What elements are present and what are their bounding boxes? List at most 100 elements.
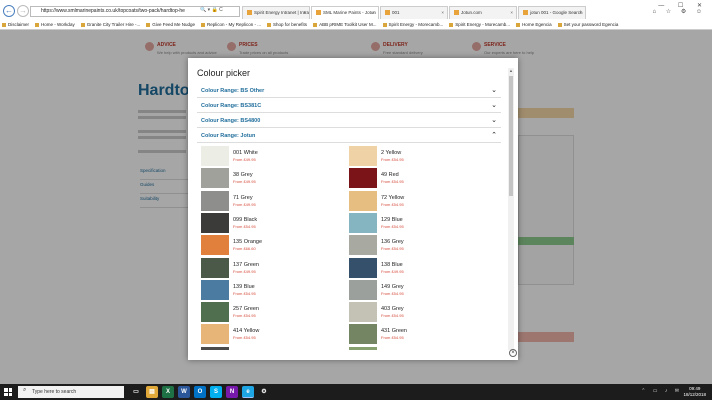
colour-swatch[interactable]	[349, 302, 377, 323]
tab-close-icon[interactable]: ×	[303, 7, 306, 19]
colour-swatch-item[interactable]: 136 Grey From £54.95	[349, 235, 489, 257]
bookmark-item[interactable]: ABB pRIME Toolkit User M...	[313, 20, 377, 30]
bookmark-item[interactable]: Home Egencia	[516, 20, 552, 30]
windows-start-icon[interactable]	[4, 388, 12, 396]
toolbar-icons[interactable]: ⌂ ☆ ⚙ ☺	[652, 8, 706, 15]
modal-scrollbar[interactable]: ▲	[508, 68, 514, 350]
colour-swatch-item[interactable]: 135 Orange From £66.60	[201, 235, 341, 257]
bookmark-item[interactable]: Disclaimer	[2, 20, 29, 30]
colour-swatch-item[interactable]: 149 Grey From £54.95	[349, 279, 489, 302]
colour-range-accordion[interactable]: Colour Range: BS4800 ⌄	[197, 115, 501, 128]
colour-swatch[interactable]	[349, 279, 377, 300]
colour-swatch-item[interactable]: 257 Green From £54.95	[201, 302, 341, 324]
bookmark-item[interactable]: Home - Workday	[35, 20, 75, 30]
colour-range-accordion[interactable]: Colour Range: BS Other ⌄	[197, 85, 501, 98]
modal-title: Colour picker	[197, 68, 251, 78]
colour-swatch[interactable]	[349, 257, 377, 278]
chevron-down-icon: ⌄	[491, 117, 497, 124]
colour-swatch[interactable]	[201, 257, 229, 278]
bookmark-item[interactable]: Spirit Energy - Morecamb...	[449, 20, 510, 30]
bookmark-label: Shop for benefits	[273, 22, 308, 27]
colour-swatch[interactable]	[201, 346, 229, 350]
colour-swatch[interactable]	[349, 346, 377, 350]
taskbar-search-input[interactable]: Type here to search	[18, 386, 124, 398]
bookmark-item[interactable]: Shop for benefits	[267, 20, 307, 30]
bookmark-item[interactable]: Granite City Trailer Hire -...	[80, 20, 140, 30]
colour-swatch[interactable]	[201, 168, 229, 189]
bookmark-item[interactable]: Set your password Egencia	[557, 20, 619, 30]
back-button[interactable]: ←	[3, 5, 15, 17]
browser-tab[interactable]: jotun 001 - Google Search ×	[518, 6, 586, 19]
scroll-up-arrow-icon[interactable]: ▲	[508, 68, 514, 74]
colour-swatch[interactable]	[349, 235, 377, 256]
colour-swatch-item[interactable]: 137 Green From £49.95	[201, 257, 341, 280]
colour-name: 71 Grey	[233, 194, 253, 201]
ie-icon[interactable]: e	[242, 386, 254, 398]
colour-swatch-item[interactable]	[201, 346, 341, 350]
colour-swatch-item[interactable]: 49 Red From £54.95	[349, 168, 489, 190]
colour-swatch-item[interactable]: 001 White From £49.95	[201, 146, 341, 168]
browser-tab[interactable]: Spirit Energy Intranet | Intranet ×	[242, 6, 310, 19]
colour-swatch-item[interactable]: 72 Yellow From £54.95	[349, 190, 489, 213]
task-view-icon[interactable]: ▭	[130, 386, 142, 398]
colour-range-accordion[interactable]: Colour Range: Jotun ⌃	[197, 130, 501, 143]
colour-range-label: Colour Range: BS4800	[201, 118, 261, 124]
colour-swatch-item[interactable]: 431 Green From £54.95	[349, 324, 489, 346]
close-modal-button[interactable]: ×	[509, 349, 517, 357]
tab-close-icon[interactable]: ×	[372, 7, 375, 19]
colour-swatch-item[interactable]: 099 Black From £54.95	[201, 212, 341, 235]
colour-swatch[interactable]	[349, 324, 377, 345]
colour-swatch-item[interactable]: 71 Grey From £49.95	[201, 190, 341, 213]
colour-swatch[interactable]	[201, 302, 229, 323]
colour-range-accordion[interactable]: Colour Range: BS381C ⌄	[197, 100, 501, 113]
colour-swatch[interactable]	[201, 212, 229, 233]
bookmark-item[interactable]: Replicon - My Replicon - ...	[201, 20, 261, 30]
colour-swatch[interactable]	[349, 190, 377, 211]
bookmark-item[interactable]: Spirit Energy - Morecamb...	[382, 20, 443, 30]
colour-swatch-item[interactable]: 139 Blue From £54.95	[201, 279, 341, 302]
tab-close-icon[interactable]: ×	[579, 7, 582, 19]
colour-swatch[interactable]	[201, 279, 229, 300]
taskbar-clock[interactable]: 09:49 18/12/2018	[683, 386, 706, 398]
onenote-icon[interactable]: N	[226, 386, 238, 398]
forward-button[interactable]: →	[17, 5, 29, 17]
colour-swatch[interactable]	[349, 146, 377, 166]
scrollbar-thumb[interactable]	[509, 76, 513, 196]
tab-close-icon[interactable]: ×	[441, 7, 444, 19]
browser-tab[interactable]: 001 ×	[380, 6, 448, 19]
address-bar-icons[interactable]: 🔍 ▾ 🔒 C	[200, 7, 223, 13]
skype-icon[interactable]: S	[210, 386, 222, 398]
colour-price: From £54.95	[233, 290, 256, 296]
file-explorer-icon[interactable]: ▤	[146, 386, 158, 398]
colour-swatch[interactable]	[201, 235, 229, 256]
colour-swatch-item[interactable]: 129 Blue From £54.95	[349, 212, 489, 235]
colour-swatch[interactable]	[201, 190, 229, 211]
colour-name: 257 Green	[233, 306, 259, 313]
bookmark-label: Give Feed Me Nudge	[152, 22, 195, 27]
bookmark-label: Home Egencia	[522, 22, 552, 27]
browser-tab[interactable]: SML Marine Paints - Jotun ×	[311, 6, 379, 19]
colour-swatch[interactable]	[201, 146, 229, 166]
colour-price: From £49.95	[233, 268, 256, 274]
colour-name: 38 Grey	[233, 172, 253, 179]
colour-swatch[interactable]	[349, 212, 377, 233]
outlook-icon[interactable]: O	[194, 386, 206, 398]
excel-icon[interactable]: X	[162, 386, 174, 398]
colour-name: 129 Blue	[381, 216, 403, 223]
colour-swatch-item[interactable]: 38 Grey From £49.95	[201, 168, 341, 190]
browser-tab[interactable]: Jotun.com ×	[449, 6, 517, 19]
colour-swatch-item[interactable]: 2 Yellow From £54.95	[349, 146, 489, 168]
colour-swatch[interactable]	[349, 168, 377, 189]
colour-swatch-item[interactable]: 138 Blue From £49.95	[349, 257, 489, 280]
bookmark-label: ABB pRIME Toolkit User M...	[319, 22, 377, 27]
colour-swatch-item[interactable]	[349, 346, 489, 350]
system-tray[interactable]: ⌃ ▭ ♪ ✉	[641, 388, 682, 394]
tab-close-icon[interactable]: ×	[510, 7, 513, 19]
colour-swatch-item[interactable]: 403 Grey From £54.95	[349, 302, 489, 324]
word-icon[interactable]: W	[178, 386, 190, 398]
bookmark-item[interactable]: Give Feed Me Nudge	[146, 20, 195, 30]
bookmark-label: Set your password Egencia	[563, 22, 619, 27]
colour-swatch-item[interactable]: 414 Yellow From £54.95	[201, 324, 341, 346]
settings-icon[interactable]: ⚙	[258, 386, 270, 398]
colour-swatch[interactable]	[201, 324, 229, 345]
